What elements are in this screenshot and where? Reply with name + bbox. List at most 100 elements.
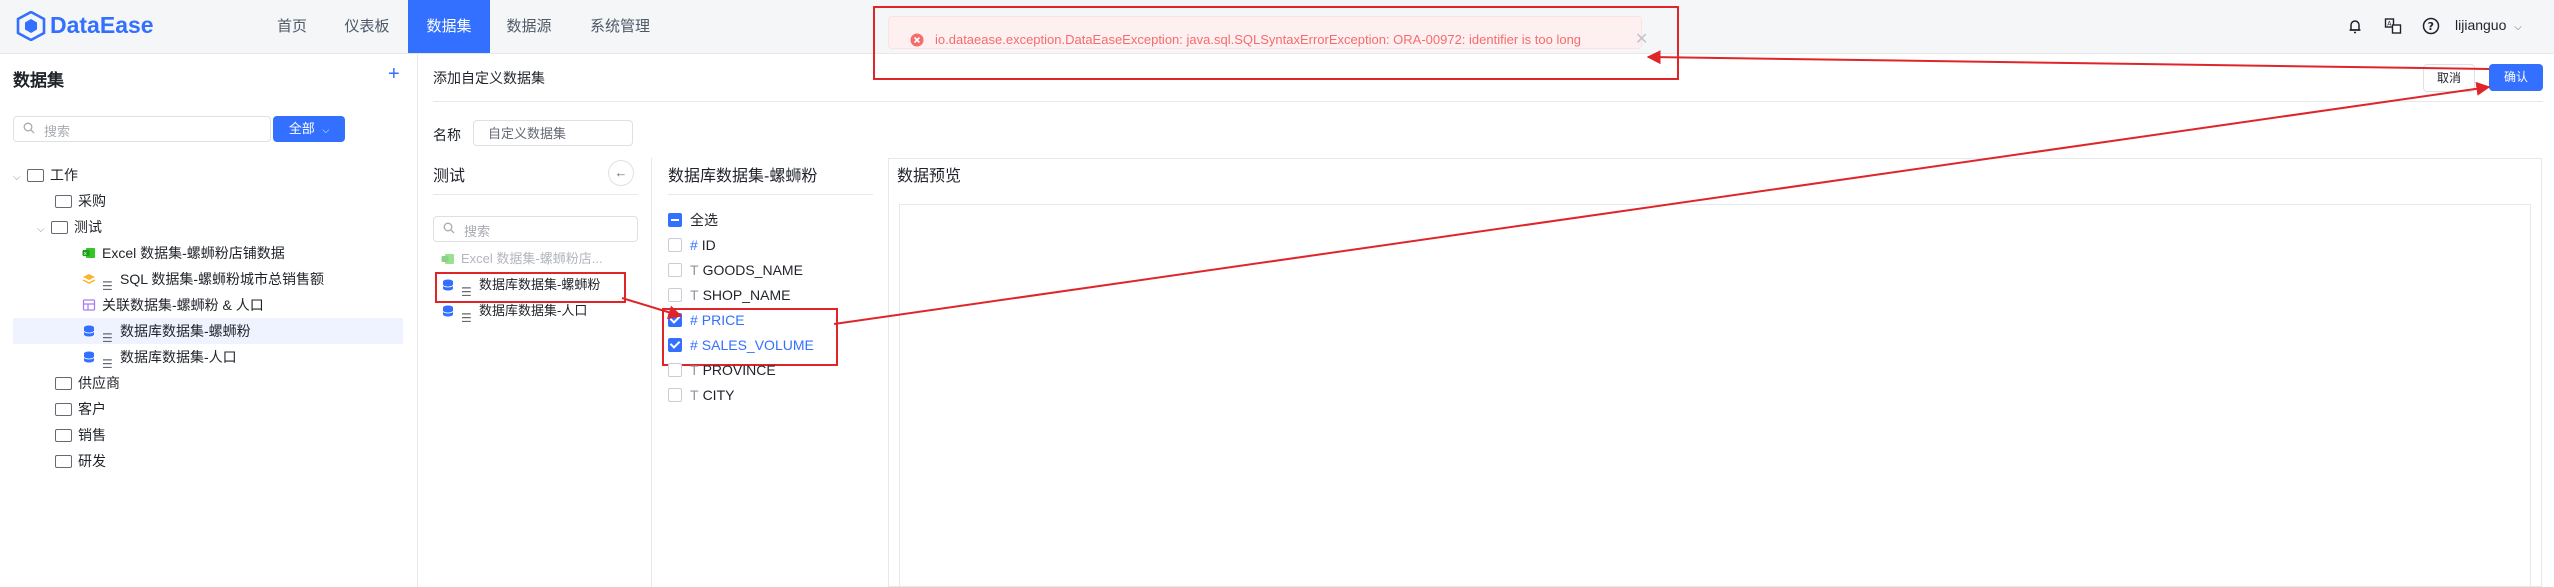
group-item-label: 数据库数据集-人口 (479, 303, 588, 318)
group-search-placeholder: 搜索 (464, 224, 491, 239)
group-panel-title: 测试 (433, 168, 466, 185)
field-row-city[interactable]: T CITY (668, 383, 734, 408)
tree-item-db-dataset-snail[interactable]: ☰ 数据库数据集-螺蛳粉 (13, 318, 403, 346)
tree-label: 关联数据集-螺蛳粉 & 人口 (102, 297, 264, 313)
text-type-icon: T (690, 262, 699, 278)
filter-all-label: 全部 (288, 121, 315, 136)
chevron-down-icon[interactable]: ⌵ (37, 217, 51, 243)
nav-dataset[interactable]: 数据集 (408, 0, 490, 53)
tree-label: 数据库数据集-螺蛳粉 (120, 323, 251, 339)
text-type-icon: T (690, 387, 699, 403)
dataease-logo-icon (16, 11, 46, 41)
page-title: 添加自定义数据集 (433, 70, 545, 86)
select-all-label: 全选 (690, 212, 718, 228)
field-row-id[interactable]: # ID (668, 233, 716, 258)
group-panel-divider (433, 194, 638, 195)
checkbox-indeterminate-icon[interactable] (668, 213, 682, 228)
number-type-icon: # (690, 237, 698, 253)
tree-label: 测试 (74, 219, 102, 235)
folder-icon (51, 220, 68, 234)
field-name: SHOP_NAME (702, 287, 791, 303)
checkbox-icon[interactable] (668, 238, 682, 253)
sql-icon (82, 274, 96, 285)
dataset-name-input[interactable]: 自定义数据集 (473, 120, 633, 146)
excel-icon (441, 253, 454, 264)
app-logo-text[interactable]: DataEase (50, 12, 154, 39)
checkbox-icon[interactable] (668, 363, 682, 378)
field-panel-title: 数据库数据集-螺蛳粉 (668, 168, 818, 185)
database-icon (83, 351, 95, 363)
tree-folder-supplier[interactable]: 供应商 (55, 370, 403, 396)
annotation-box-toast (873, 6, 1679, 80)
filter-all-dropdown[interactable]: 全部 ⌵ (273, 116, 345, 142)
folder-icon (55, 402, 72, 416)
user-name: lijianguo (2455, 17, 2507, 33)
checkbox-icon[interactable] (668, 263, 682, 278)
tree-folder-sales[interactable]: 销售 (55, 422, 403, 448)
preview-title: 数据预览 (897, 168, 962, 185)
tree-item-sql-dataset[interactable]: ☰ SQL 数据集-螺蛳粉城市总销售额 (82, 266, 403, 294)
tree-folder-rd[interactable]: 研发 (55, 448, 403, 474)
tree-label: 研发 (78, 453, 106, 469)
nav-system-management[interactable]: 系统管理 (586, 0, 654, 53)
text-type-icon: T (690, 287, 699, 303)
field-name: GOODS_NAME (702, 262, 803, 278)
tree-folder-purchase[interactable]: 采购 (55, 188, 403, 214)
search-icon (23, 122, 35, 134)
text-type-icon: T (690, 362, 699, 378)
settings-sliders-icon: ☰ (102, 357, 113, 372)
sidebar-title: 数据集 (13, 71, 64, 90)
folder-icon (55, 194, 72, 208)
database-icon (83, 325, 95, 337)
settings-sliders-icon: ☰ (102, 331, 113, 346)
database-icon (442, 305, 454, 317)
back-arrow-icon[interactable]: ← (608, 160, 634, 186)
chevron-down-icon[interactable]: ⌵ (13, 165, 27, 191)
nav-datasource[interactable]: 数据源 (502, 0, 556, 53)
svg-text:?: ? (2428, 20, 2434, 33)
field-panel-divider (668, 194, 873, 195)
add-dataset-icon[interactable]: + (388, 63, 400, 86)
help-icon[interactable]: ? (2422, 17, 2440, 35)
tree-label: 数据库数据集-人口 (120, 349, 237, 365)
field-row-goods-name[interactable]: T GOODS_NAME (668, 258, 803, 283)
tree-item-db-dataset-population[interactable]: ☰ 数据库数据集-人口 (82, 344, 403, 372)
annotation-arrow-to-toast (1646, 50, 2490, 70)
confirm-button[interactable]: 确认 (2489, 64, 2543, 91)
preview-table-area (899, 204, 2531, 587)
group-item-db-population[interactable]: ☰ 数据库数据集-人口 (441, 298, 588, 325)
settings-sliders-icon: ☰ (102, 279, 113, 294)
group-item-label: Excel 数据集-螺蛳粉店... (461, 251, 603, 266)
checkbox-icon[interactable] (668, 388, 682, 403)
field-name: PROVINCE (702, 362, 776, 378)
chevron-down-icon: ⌵ (2514, 22, 2522, 33)
field-panel-border (651, 158, 652, 587)
chevron-down-icon: ⌵ (322, 125, 330, 135)
checkbox-icon[interactable] (668, 288, 682, 303)
tree-folder-customer[interactable]: 客户 (55, 396, 403, 422)
title-divider (433, 101, 2543, 102)
notification-bell-icon[interactable] (2346, 17, 2364, 35)
field-row-shop-name[interactable]: T SHOP_NAME (668, 283, 790, 308)
cancel-button[interactable]: 取消 (2423, 64, 2475, 92)
folder-icon (55, 454, 72, 468)
tree-folder-test[interactable]: ⌵ 测试 (37, 214, 403, 240)
language-switch-icon[interactable]: A (2384, 17, 2402, 35)
tree-label: Excel 数据集-螺蛳粉店铺数据 (102, 245, 285, 261)
tree-label: 采购 (78, 193, 106, 209)
tree-item-excel-dataset[interactable]: x Excel 数据集-螺蛳粉店铺数据 (82, 240, 403, 266)
field-row-province[interactable]: T PROVINCE (668, 358, 776, 383)
field-name: ID (701, 237, 716, 253)
tree-item-union-dataset[interactable]: 关联数据集-螺蛳粉 & 人口 (82, 292, 403, 318)
tree-label: 销售 (78, 427, 106, 443)
user-menu[interactable]: lijianguo ⌵ (2455, 17, 2522, 33)
union-dataset-icon (82, 299, 96, 311)
nav-dashboard[interactable]: 仪表板 (340, 0, 394, 53)
settings-sliders-icon: ☰ (461, 310, 472, 325)
tree-label: SQL 数据集-螺蛳粉城市总销售额 (120, 271, 325, 287)
select-all-checkbox[interactable]: 全选 (668, 208, 718, 233)
folder-icon (55, 428, 72, 442)
tree-label: 工作 (50, 167, 78, 183)
tree-folder-work[interactable]: ⌵ 工作 (13, 162, 403, 188)
nav-home[interactable]: 首页 (268, 0, 316, 53)
